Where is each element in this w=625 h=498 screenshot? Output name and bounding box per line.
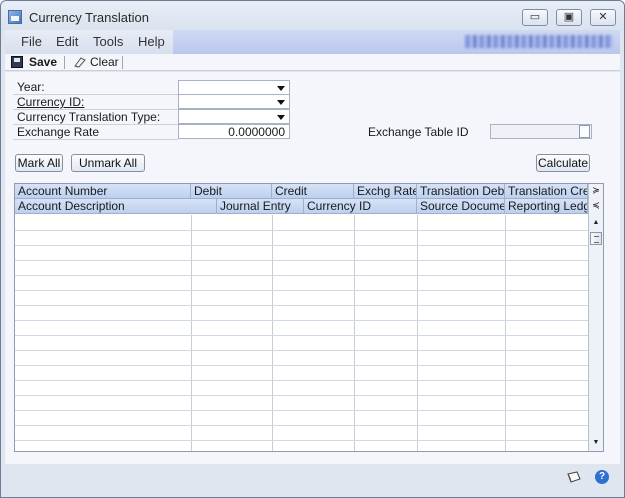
chevron-down-icon [277, 100, 285, 105]
status-bar: ? [5, 464, 620, 492]
toolbar: Save Clear [5, 54, 620, 71]
chevron-down-icon [277, 115, 285, 120]
note-icon[interactable] [567, 471, 581, 483]
grid-header-row-1: Account Number Debit Credit Exchg Rate T… [15, 184, 588, 199]
col-currency-id[interactable]: Currency ID [304, 199, 417, 214]
col-account-description[interactable]: Account Description [15, 199, 217, 214]
col-exchg-rate[interactable]: Exchg Rate [354, 184, 417, 199]
col-debit[interactable]: Debit [191, 184, 272, 199]
exchange-table-field [490, 124, 592, 139]
menu-file[interactable]: File [21, 34, 42, 49]
currency-translation-window: Currency Translation ▭ ▣ ✕ File Edit Too… [0, 0, 625, 498]
user-info-blurred [465, 35, 613, 48]
mark-all-button[interactable]: Mark All [15, 154, 63, 172]
restore-button[interactable]: ▣ [556, 9, 582, 26]
close-button[interactable]: ✕ [590, 9, 616, 26]
menu-bar: File Edit Tools Help [5, 30, 620, 54]
col-account-number[interactable]: Account Number [15, 184, 191, 199]
scroll-thumb[interactable] [590, 232, 602, 245]
expand-rows-icon[interactable]: ≽ [590, 184, 602, 198]
help-icon[interactable]: ? [595, 470, 609, 484]
minimize-button[interactable]: ▭ [522, 9, 548, 26]
lookup-icon [579, 125, 590, 138]
exchange-rate-label: Exchange Rate [17, 125, 100, 139]
title-bar: Currency Translation ▭ ▣ ✕ [1, 1, 624, 31]
unmark-all-button[interactable]: Unmark All [71, 154, 145, 172]
year-label: Year: [17, 80, 45, 94]
translation-type-dropdown[interactable] [178, 109, 290, 124]
save-button[interactable]: Save [29, 55, 57, 70]
col-translation-credit[interactable]: Translation Credit [505, 184, 588, 199]
col-source-document[interactable]: Source Document [417, 199, 505, 214]
exchange-table-label: Exchange Table ID [368, 125, 469, 139]
currency-id-dropdown[interactable] [178, 94, 290, 109]
col-journal-entry[interactable]: Journal Entry [217, 199, 304, 214]
menu-help[interactable]: Help [138, 34, 165, 49]
menu-edit[interactable]: Edit [56, 34, 78, 49]
currency-id-label[interactable]: Currency ID: [17, 95, 84, 109]
col-reporting-ledger[interactable]: Reporting Ledger [505, 199, 588, 214]
translation-grid[interactable]: Account Number Debit Credit Exchg Rate T… [14, 183, 604, 452]
grid-scrollbar[interactable]: ≽ ≼ ▲ ▼ [588, 184, 603, 451]
eraser-icon [74, 57, 86, 68]
exchange-rate-field[interactable]: 0.0000000 [178, 124, 290, 139]
clear-button[interactable]: Clear [90, 55, 119, 70]
collapse-rows-icon[interactable]: ≼ [590, 199, 602, 213]
calculate-button[interactable]: Calculate [536, 154, 590, 172]
grid-header-row-2: Account Description Journal Entry Curren… [15, 199, 588, 214]
grid-body[interactable] [15, 215, 588, 451]
year-dropdown[interactable] [178, 80, 290, 95]
app-icon [8, 10, 22, 24]
col-credit[interactable]: Credit [272, 184, 354, 199]
translation-type-label: Currency Translation Type: [17, 110, 161, 124]
window-title: Currency Translation [29, 10, 149, 25]
scroll-up-icon[interactable]: ▲ [590, 216, 602, 230]
chevron-down-icon [277, 86, 285, 91]
menu-tools[interactable]: Tools [93, 34, 123, 49]
col-translation-debit[interactable]: Translation Debit [417, 184, 505, 199]
save-icon [11, 56, 23, 68]
scroll-down-icon[interactable]: ▼ [590, 436, 602, 450]
